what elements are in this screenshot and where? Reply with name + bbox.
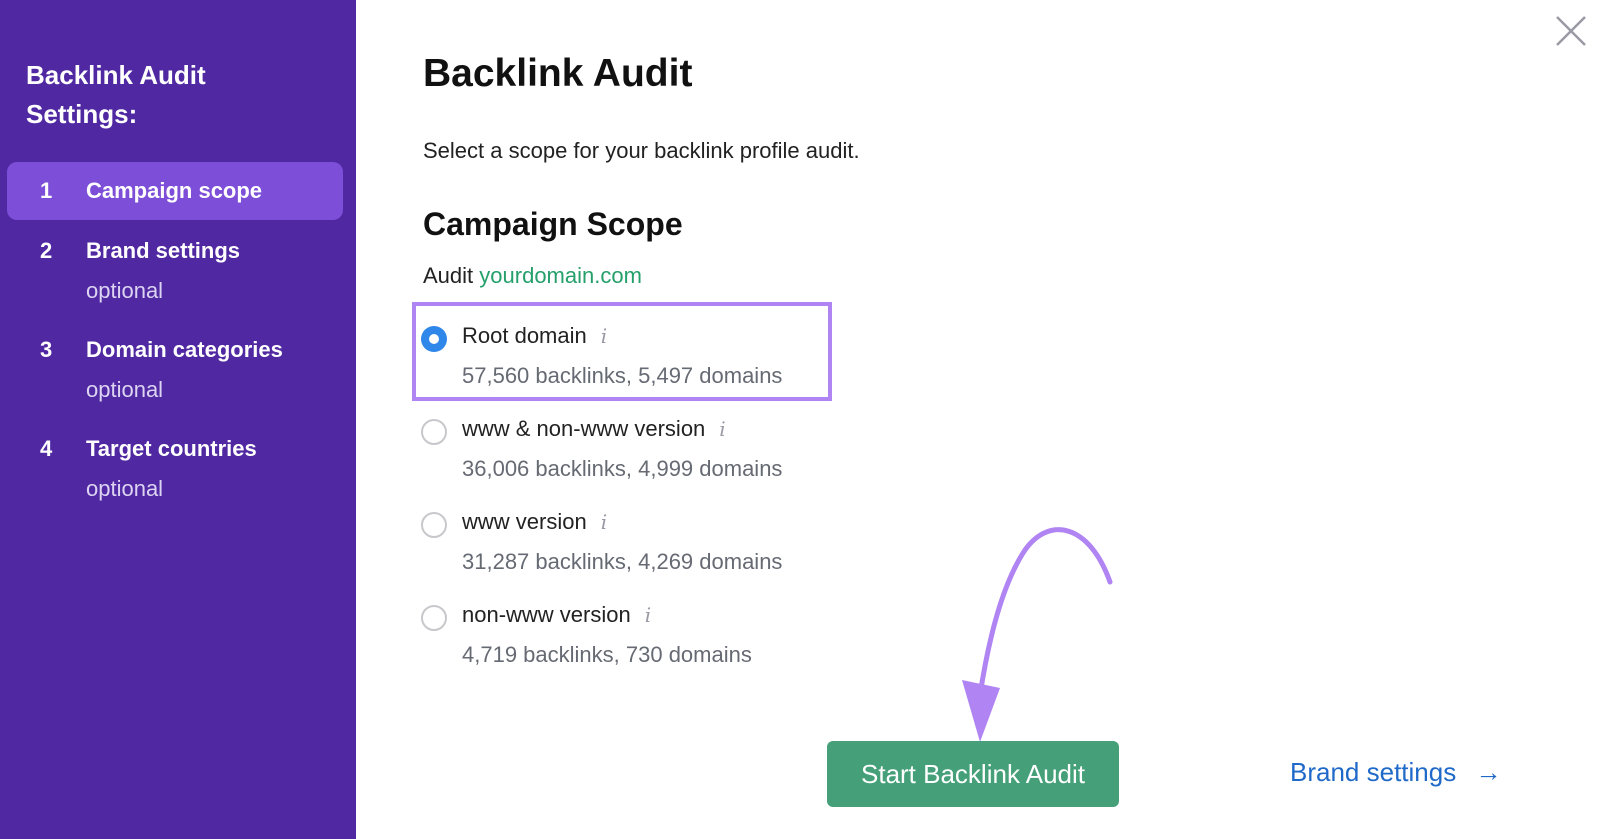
option-stats: 57,560 backlinks, 5,497 domains [462, 363, 783, 388]
step-campaign-scope[interactable]: 1 Campaign scope [7, 162, 343, 220]
step-brand-settings[interactable]: 2 Brand settings optional [7, 222, 343, 303]
close-icon[interactable] [1554, 14, 1588, 48]
step-label: Brand settings [86, 238, 241, 263]
radio-selected[interactable] [421, 326, 447, 352]
page-title: Backlink Audit [423, 52, 693, 95]
radio[interactable] [421, 512, 447, 538]
step-number: 1 [40, 178, 53, 203]
arrow-right-icon: → [1475, 757, 1502, 787]
radio[interactable] [421, 419, 447, 445]
step-domain-categories[interactable]: 3 Domain categories optional [7, 321, 343, 402]
radio[interactable] [421, 605, 447, 631]
step-target-countries[interactable]: 4 Target countries optional [7, 420, 343, 501]
next-brand-settings-link[interactable]: Brand settings → [1290, 757, 1501, 788]
info-icon[interactable]: i [601, 510, 607, 534]
start-backlink-audit-button[interactable]: Start Backlink Audit [827, 741, 1119, 807]
info-icon[interactable]: i [719, 417, 725, 441]
step-optional: optional [86, 377, 164, 402]
settings-sidebar: Backlink Audit Settings: 1 Campaign scope … [0, 0, 356, 839]
step-label: Campaign scope [86, 178, 263, 203]
option-stats: 4,719 backlinks, 730 domains [462, 642, 752, 667]
info-icon[interactable]: i [645, 603, 651, 627]
annotation-arrow-icon [962, 527, 1113, 742]
page-description: Select a scope for your backlink profile… [423, 138, 860, 163]
domain-link[interactable]: yourdomain.com [479, 263, 642, 288]
info-icon[interactable]: i [601, 324, 607, 348]
step-optional: optional [86, 476, 164, 501]
section-title: Campaign Scope [423, 206, 683, 242]
step-number: 4 [40, 436, 53, 461]
sidebar-title: Backlink Audit Settings: [26, 60, 206, 129]
step-number: 3 [40, 337, 53, 362]
step-number: 2 [40, 238, 53, 263]
audit-target: Audit yourdomain.com [423, 263, 642, 288]
step-optional: optional [86, 278, 164, 303]
option-stats: 36,006 backlinks, 4,999 domains [462, 456, 783, 481]
option-stats: 31,287 backlinks, 4,269 domains [462, 549, 783, 574]
step-label: Target countries [86, 436, 257, 461]
step-label: Domain categories [86, 337, 283, 362]
